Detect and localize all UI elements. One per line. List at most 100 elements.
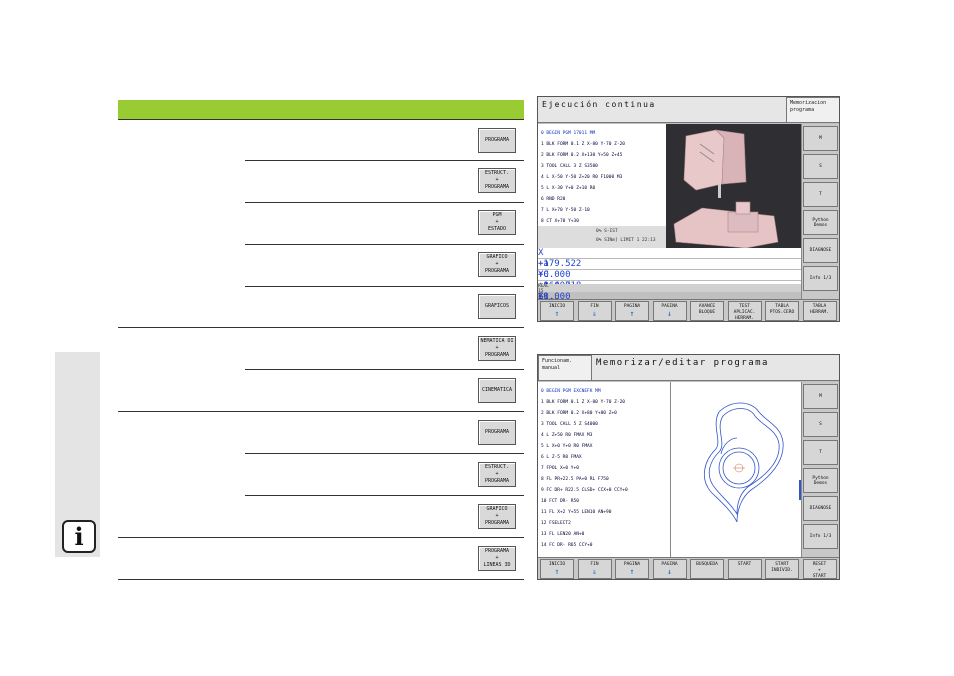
screen-program-run: Ejecución continua Memorizacion programa…: [537, 96, 840, 322]
bottom-softkey[interactable]: FIN ⇓: [577, 559, 612, 579]
side-softkey[interactable]: DIAGNOSE: [803, 238, 838, 263]
program-line: 2 BLK FORM 0.2 X+80 Y+80 Z+0: [541, 411, 617, 416]
bottom-softkey[interactable]: TABLA PTOS.CERO: [765, 301, 799, 321]
softkey-label: CINEMATICA: [481, 387, 513, 393]
program-line: 4 L X-50 Y-50 Z+20 R0 F1000 M3: [541, 175, 623, 180]
table-softkey[interactable]: NEMATICA DI + PROGRAMA: [478, 336, 516, 361]
side-softkey[interactable]: Info 1/3: [803, 266, 838, 291]
table-softkey[interactable]: ESTRUCT. + PROGRAMA: [478, 168, 516, 193]
program-line: 0 BEGIN PGM 17011 MM: [541, 131, 596, 136]
softkey-label: PROGRAMA: [484, 478, 510, 484]
softkey-label: START: [737, 562, 752, 567]
program-line: 5 L X+0 Y+0 R0 FMAX: [541, 444, 593, 449]
side-softkey[interactable]: S: [803, 412, 838, 437]
softkey-label: +: [495, 177, 499, 183]
table-softkey[interactable]: GRAFICOS: [478, 294, 516, 319]
softkey-sublabel: Demos: [813, 480, 828, 486]
bottom-softkey[interactable]: INICIO ⇑: [540, 301, 574, 321]
table-rule: [245, 495, 524, 496]
arrow-icon: ↑: [629, 567, 635, 576]
arrow-icon: ↑: [629, 309, 635, 318]
table-rule: [118, 411, 524, 412]
bottom-softkey[interactable]: BUSQUEDA: [690, 559, 724, 579]
side-softkey[interactable]: T: [803, 182, 838, 207]
program-listing[interactable]: 0 BEGIN PGM EXCNEFK MM 1 BLK FORM 0.1 Z X…: [538, 382, 670, 559]
machine-3d-view: [666, 124, 802, 249]
arrow-icon: ⇓: [592, 309, 597, 318]
softkey-label: ESTRUCT.: [484, 170, 510, 176]
table-softkey[interactable]: PROGRAMA: [478, 420, 516, 445]
program-line: 12 FSELECT2: [541, 521, 571, 526]
side-softkey[interactable]: Python Demos: [803, 468, 838, 493]
bottom-softkey[interactable]: TEST APLICAC. HERRAM.: [727, 301, 762, 321]
bottom-softkey[interactable]: PAGINA ↓: [652, 559, 687, 579]
arrow-icon: ↓: [667, 567, 672, 576]
program-line: 11 FL X+2 Y+55 LEN10 AN+90: [541, 510, 612, 515]
side-softkey[interactable]: M: [803, 384, 838, 409]
program-line: 8 CT X+70 Y+30: [541, 219, 579, 224]
program-line: 8 FL PR+22.5 PA+0 RL F750: [541, 477, 609, 482]
program-line: 7 FPOL X+0 Y+0: [541, 466, 579, 471]
program-line: 3 TOOL CALL 5 Z S4000: [541, 422, 598, 427]
table-softkey[interactable]: GRAFICO + PROGRAMA: [478, 252, 516, 277]
softkey-label: PROGRAMA: [484, 352, 510, 358]
softkey-sublabel: Demos: [813, 222, 828, 228]
side-softkey[interactable]: DIAGNOSE: [803, 496, 838, 521]
softkey-label: PTOS.CERO: [769, 310, 795, 315]
softkey-label: START: [812, 574, 827, 579]
table-softkey[interactable]: GRAFICO + PROGRAMA: [478, 504, 516, 529]
softkey-label: +: [495, 219, 499, 225]
bottom-softkey[interactable]: PAGINA ↑: [615, 559, 649, 579]
table-softkey[interactable]: CINEMATICA: [478, 378, 516, 403]
bottom-softkey[interactable]: FIN ⇓: [577, 301, 612, 321]
bottom-softkey[interactable]: START: [727, 559, 762, 579]
softkey-label: +: [495, 471, 499, 477]
bottom-softkey[interactable]: TABLA HERRAM.: [802, 301, 837, 321]
program-line: 13 FL LEN20 AN+0: [541, 532, 585, 537]
mode-box: Funcionam. manual: [538, 355, 592, 381]
softkey-label: GRAFICO: [486, 254, 508, 260]
table-softkey[interactable]: PROGRAMA: [478, 128, 516, 153]
bottom-softkey[interactable]: START INDIVID.: [765, 559, 799, 579]
program-line: 6 L Z-5 R0 FMAX: [541, 455, 582, 460]
side-softkey[interactable]: Python Demos: [803, 210, 838, 235]
softkey-label: DIAGNOSE: [809, 506, 832, 511]
mode-line: Memorizacion: [790, 100, 827, 106]
softkey-label: S: [819, 422, 822, 427]
mode-box: Memorizacion programa: [786, 97, 839, 123]
softkey-label: HERRAM.: [735, 316, 754, 321]
softkey-label: Info 1/3: [809, 276, 832, 281]
softkey-label: +: [495, 513, 499, 519]
mode-line: manual: [542, 365, 561, 371]
program-listing[interactable]: 0 BEGIN PGM 17011 MM 1 BLK FORM 0.1 Z X-8…: [538, 124, 666, 226]
side-softkey[interactable]: M: [803, 126, 838, 151]
table-header-bar: [118, 100, 524, 119]
softkey-label: LINEAS 3D: [483, 562, 511, 568]
table-rule: [118, 537, 524, 538]
side-softkey[interactable]: S: [803, 154, 838, 179]
softkey-label: ESTRUCT.: [484, 464, 510, 470]
bottom-softkey[interactable]: AVANCE BLOQUE: [690, 301, 724, 321]
side-softkey[interactable]: Info 1/3: [803, 524, 838, 549]
program-line: 4 L Z+50 R0 FMAX M3: [541, 433, 593, 438]
softkey-label: HERRAM.: [810, 310, 829, 315]
axis-label: +C: [538, 270, 549, 280]
arrow-icon: ↓: [667, 309, 672, 318]
side-softkey[interactable]: T: [803, 440, 838, 465]
softkey-label: PROGRAMA: [484, 184, 510, 190]
program-line: 5 L X-30 Y+0 Z+10 R0: [541, 186, 596, 191]
machine-graphic: [666, 124, 802, 249]
bottom-softkey[interactable]: INICIO ⇑: [540, 559, 574, 579]
program-line: 7 L X+70 Y-50 Z-10: [541, 208, 590, 213]
bottom-softkey[interactable]: RESET + START: [802, 559, 837, 579]
status-line: 0% SINm] LIMIT 1 22:13: [596, 238, 656, 243]
horizontal-softkey-bar: INICIO ⇑ FIN ⇓ PAGINA ↑ PAGINA ↓ AVANCE BLOQUE TES…: [538, 299, 839, 321]
softkey-label: PROGRAMA: [484, 520, 510, 526]
bottom-softkey[interactable]: PAGINA ↓: [652, 301, 687, 321]
table-softkey[interactable]: PROGRAMA + LINEAS 3D: [478, 546, 516, 571]
table-softkey[interactable]: PGM + ESTADO: [478, 210, 516, 235]
table-softkey[interactable]: ESTRUCT. + PROGRAMA: [478, 462, 516, 487]
softkey-label: DIAGNOSE: [809, 248, 832, 253]
softkey-label: PROGRAMA: [484, 548, 510, 554]
bottom-softkey[interactable]: PAGINA ↑: [615, 301, 649, 321]
